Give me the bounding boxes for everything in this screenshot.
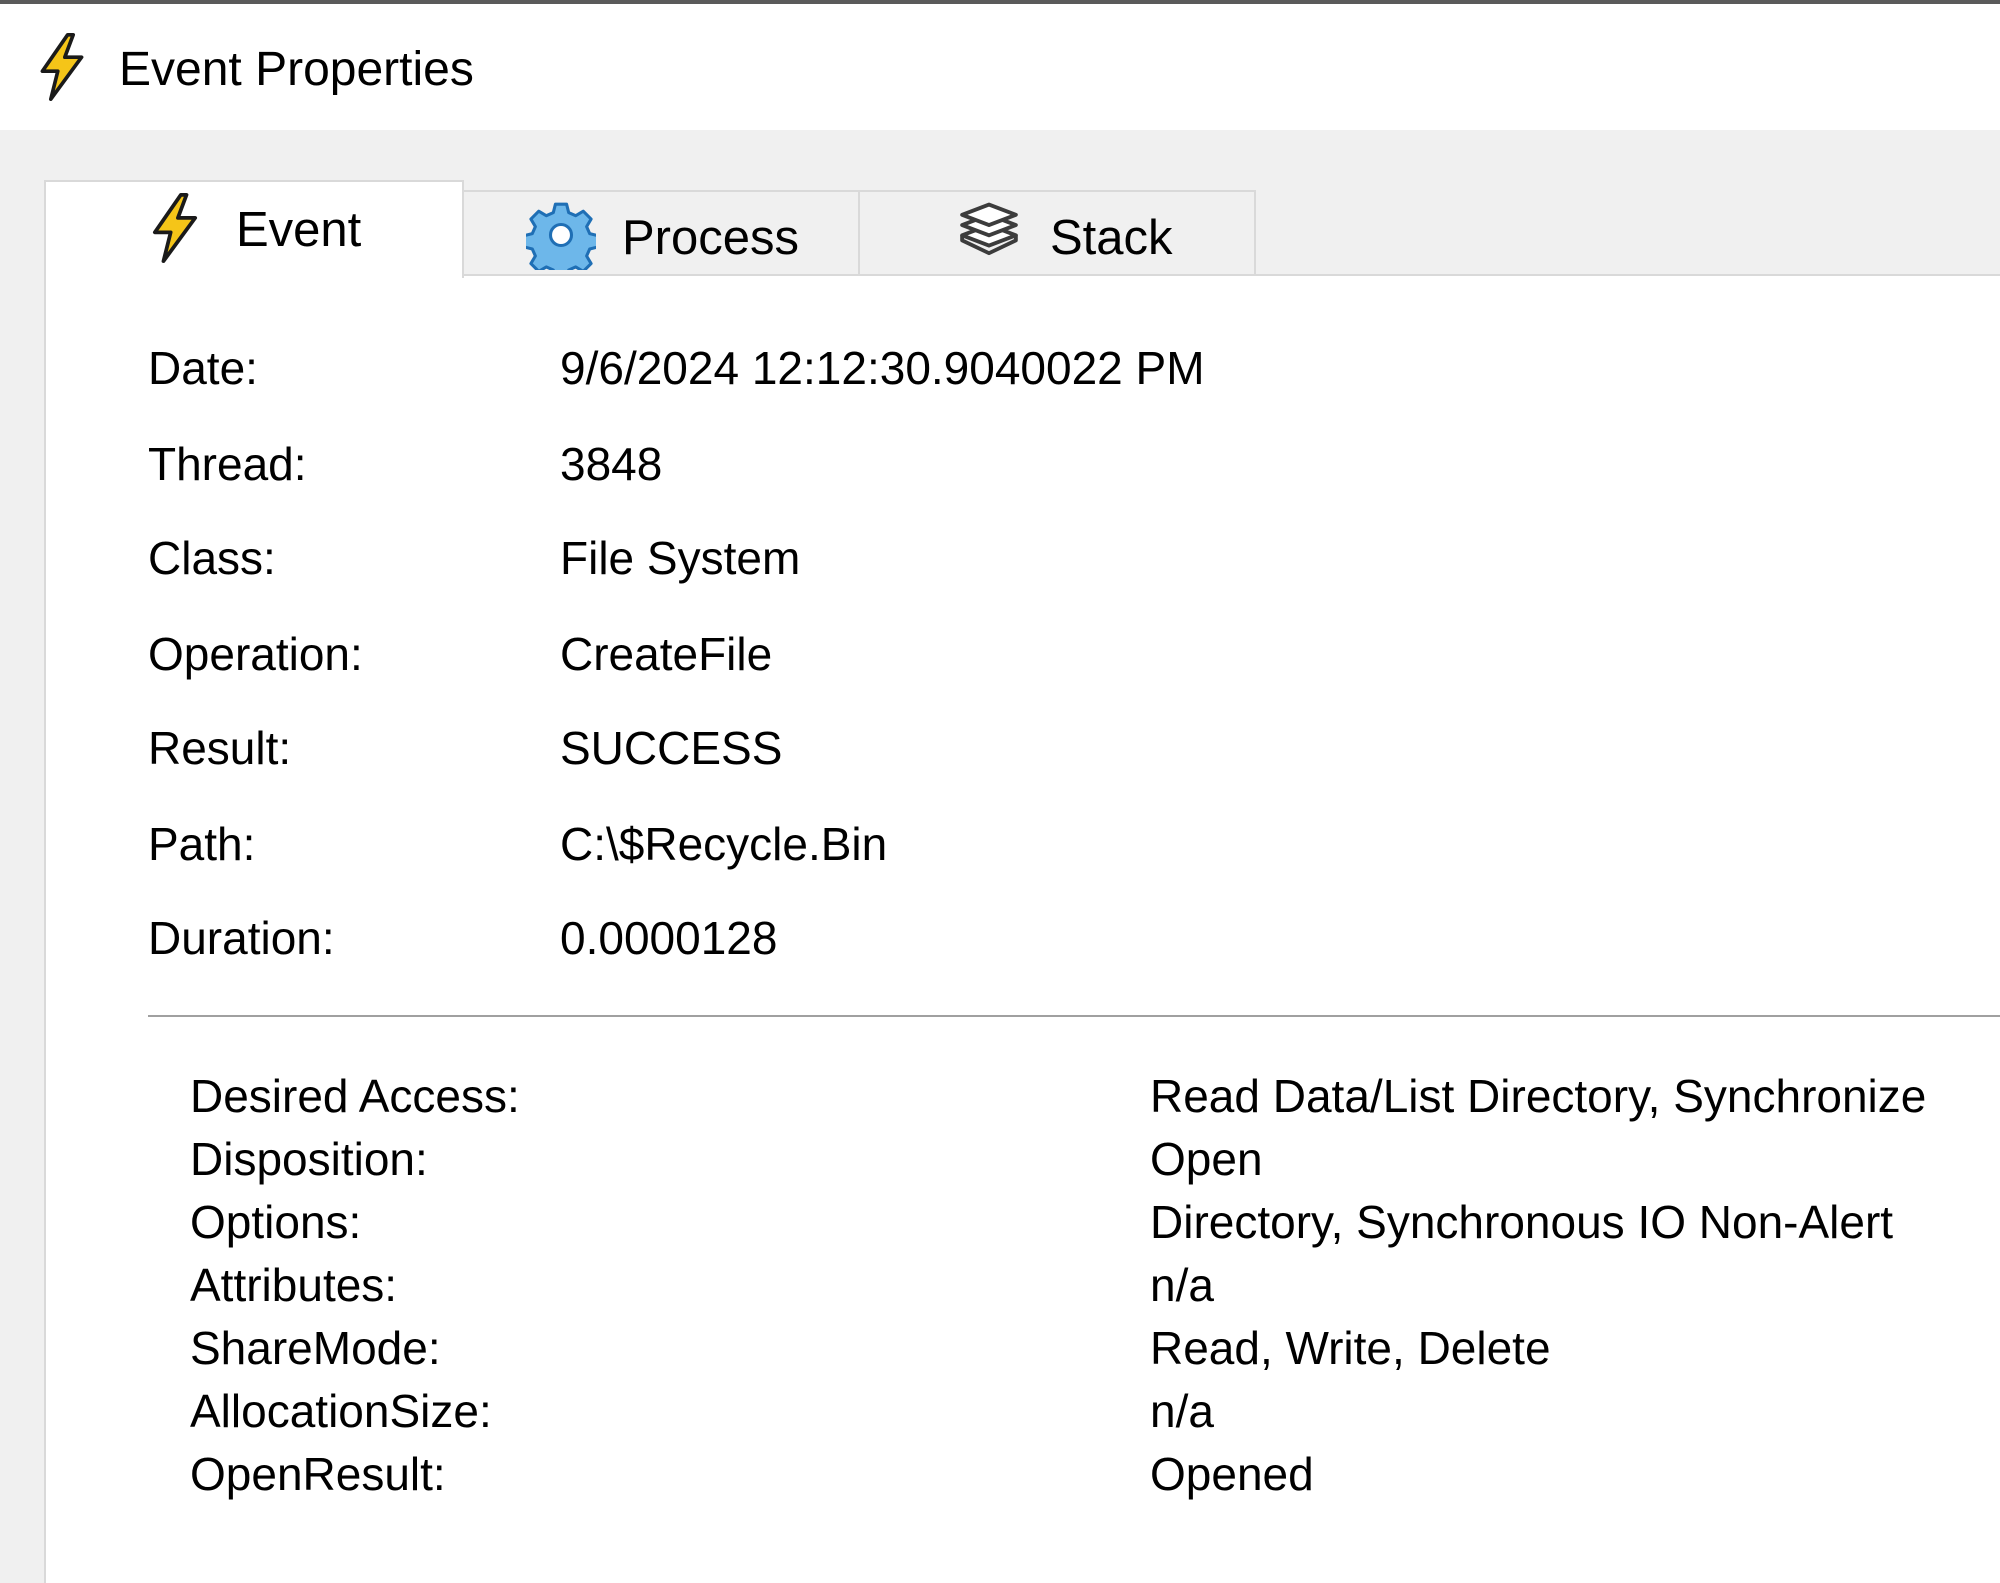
desired-access-label: Desired Access: (190, 1070, 520, 1122)
disposition-label: Disposition: (190, 1133, 428, 1185)
title-bar: Event Properties (0, 4, 2000, 130)
operation-label: Operation: (148, 628, 363, 680)
options-value: Directory, Synchronous IO Non-Alert (1150, 1196, 1894, 1248)
openresult-label: OpenResult: (190, 1448, 446, 1500)
tab-process[interactable]: Process (462, 190, 860, 276)
class-value: File System (560, 532, 801, 584)
event-tab-panel: Date: 9/6/2024 12:12:30.9040022 PM Threa… (44, 274, 2000, 1583)
operation-value: CreateFile (560, 628, 773, 680)
date-value: 9/6/2024 12:12:30.9040022 PM (560, 342, 1205, 394)
tab-event[interactable]: Event (44, 180, 464, 278)
tab-process-label: Process (622, 211, 800, 265)
path-value: C:\$Recycle.Bin (560, 818, 888, 870)
event-properties-window: Event Properties Event Process Stack Dat… (0, 0, 2000, 1583)
allocationsize-value: n/a (1150, 1385, 1214, 1437)
duration-label: Duration: (148, 912, 335, 964)
gear-icon (526, 202, 596, 270)
allocationsize-label: AllocationSize: (190, 1385, 492, 1437)
path-label: Path: (148, 818, 256, 870)
sharemode-value: Read, Write, Delete (1150, 1322, 1551, 1374)
thread-value: 3848 (560, 438, 663, 490)
tab-stack-label: Stack (1050, 211, 1173, 265)
thread-label: Thread: (148, 438, 307, 490)
disposition-value: Open (1150, 1133, 1263, 1185)
result-label: Result: (148, 722, 292, 774)
desired-access-value: Read Data/List Directory, Synchronize (1150, 1070, 1927, 1122)
tab-stack[interactable]: Stack (858, 190, 1256, 276)
attributes-value: n/a (1150, 1259, 1214, 1311)
lightning-icon (40, 32, 84, 102)
section-divider (148, 1015, 2000, 1017)
class-label: Class: (148, 532, 276, 584)
result-value: SUCCESS (560, 722, 783, 774)
attributes-label: Attributes: (190, 1259, 398, 1311)
duration-value: 0.0000128 (560, 912, 778, 964)
options-label: Options: (190, 1196, 362, 1248)
sharemode-label: ShareMode: (190, 1322, 441, 1374)
lightning-icon (152, 193, 198, 263)
window-title: Event Properties (119, 43, 474, 96)
layers-icon (960, 202, 1018, 256)
tab-event-label: Event (236, 203, 362, 257)
date-label: Date: (148, 342, 258, 394)
openresult-value: Opened (1150, 1448, 1314, 1500)
